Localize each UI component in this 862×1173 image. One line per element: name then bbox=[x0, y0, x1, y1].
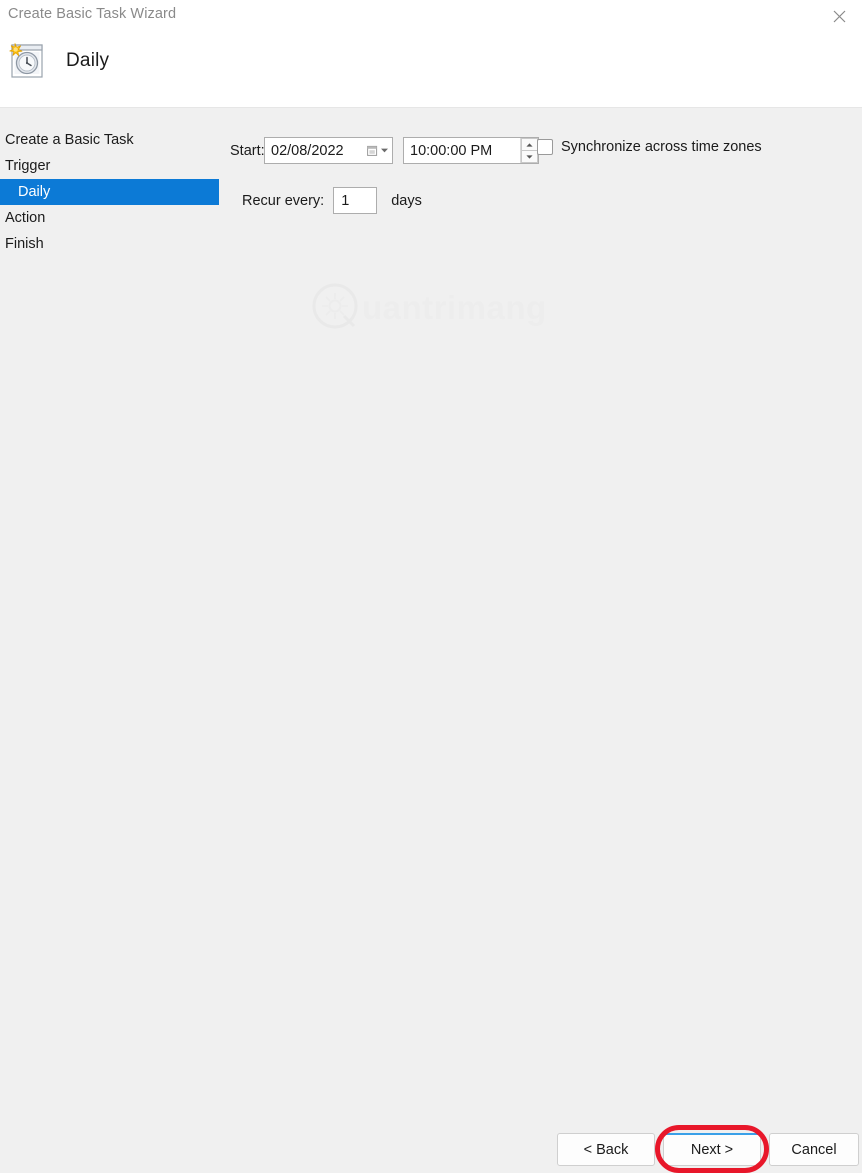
sync-timezones-row[interactable]: Synchronize across time zones bbox=[537, 139, 762, 155]
next-button-label: Next > bbox=[690, 1142, 734, 1158]
start-date-value: 02/08/2022 bbox=[271, 142, 344, 159]
calendar-dropdown-icon[interactable] bbox=[367, 145, 388, 157]
back-button-label: < Back bbox=[583, 1141, 629, 1158]
start-label: Start: bbox=[230, 142, 265, 159]
svg-text:uantrimang: uantrimang bbox=[362, 289, 547, 326]
footer-button-bar: < Back Next > Cancel bbox=[0, 565, 862, 1173]
start-date-input[interactable]: 02/08/2022 bbox=[264, 137, 393, 164]
spinner-down-arrow-icon[interactable] bbox=[521, 151, 538, 163]
start-time-value: 10:00:00 PM bbox=[410, 142, 493, 159]
recur-every-label: Recur every: bbox=[242, 192, 325, 209]
back-button[interactable]: < Back bbox=[557, 1133, 655, 1166]
cancel-button-label: Cancel bbox=[791, 1141, 837, 1158]
start-row: Start: 02/08/2022 10:00:00 PM bbox=[230, 137, 539, 164]
spinner-up-arrow-icon[interactable] bbox=[521, 138, 538, 151]
recur-unit-label: days bbox=[391, 192, 422, 209]
start-time-input[interactable]: 10:00:00 PM bbox=[403, 137, 539, 164]
time-spinner[interactable] bbox=[520, 138, 538, 163]
sync-timezones-label: Synchronize across time zones bbox=[561, 139, 762, 155]
cancel-button[interactable]: Cancel bbox=[769, 1133, 859, 1166]
quantrimang-logo-icon: uantrimang bbox=[310, 280, 555, 332]
main-content: Start: 02/08/2022 10:00:00 PM Synchroniz… bbox=[0, 0, 862, 602]
sync-timezones-checkbox[interactable] bbox=[537, 139, 553, 155]
next-button[interactable]: Next > bbox=[663, 1133, 761, 1166]
recur-row: Recur every: 1 days bbox=[242, 187, 422, 214]
recur-interval-input[interactable]: 1 bbox=[333, 187, 378, 214]
recur-interval-value: 1 bbox=[341, 192, 350, 209]
